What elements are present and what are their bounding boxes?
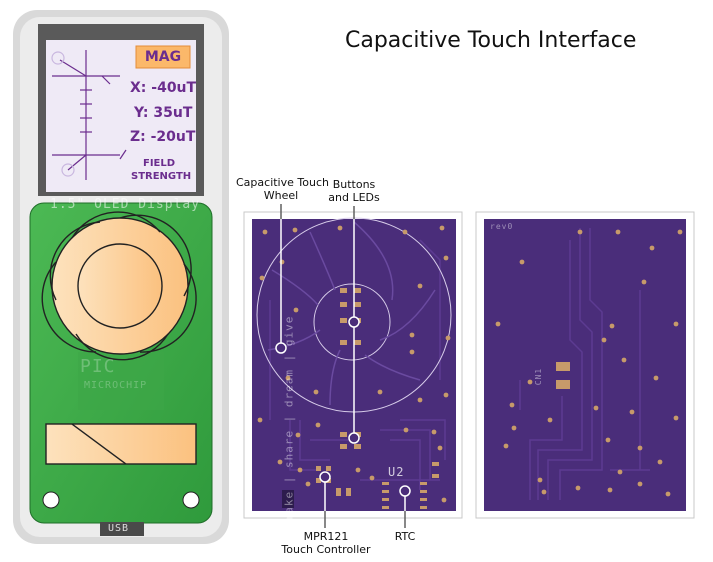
pcb-front bbox=[243, 211, 463, 519]
chip-label-pic: PIC bbox=[80, 356, 116, 377]
mount-hole-left bbox=[42, 491, 60, 509]
device-touch-slider bbox=[45, 423, 197, 465]
back-cn1-label: CN1 bbox=[534, 367, 544, 386]
callout-mpr121: MPR121 Touch Controller bbox=[281, 530, 371, 556]
caption-strength: STRENGTH bbox=[131, 171, 192, 182]
device-body bbox=[13, 10, 229, 544]
mag-badge-label: MAG bbox=[144, 49, 182, 65]
chip-label-microchip: MICROCHIP bbox=[84, 380, 148, 391]
reading-x: X: -40uT bbox=[130, 80, 197, 96]
reading-y: Y: 35uT bbox=[134, 105, 193, 121]
display-label: 1.5" OLED Display bbox=[50, 197, 201, 212]
back-rev-label: rev0 bbox=[490, 222, 514, 231]
reading-z: Z: -20uT bbox=[130, 129, 196, 145]
callout-touch-wheel: Capacitive Touch Wheel bbox=[236, 176, 329, 202]
callout-rtc: RTC bbox=[394, 530, 416, 543]
mount-hole-right bbox=[182, 491, 200, 509]
callout-buttons-leds: Buttons and LEDs bbox=[328, 178, 380, 204]
usb-label: USB bbox=[108, 523, 130, 534]
front-silk-text: make | share | dream | give bbox=[282, 315, 296, 522]
diagram-canvas bbox=[13, 10, 695, 544]
pcb-back bbox=[475, 211, 695, 519]
u2-label: U2 bbox=[388, 465, 405, 479]
caption-field: FIELD bbox=[143, 158, 176, 169]
